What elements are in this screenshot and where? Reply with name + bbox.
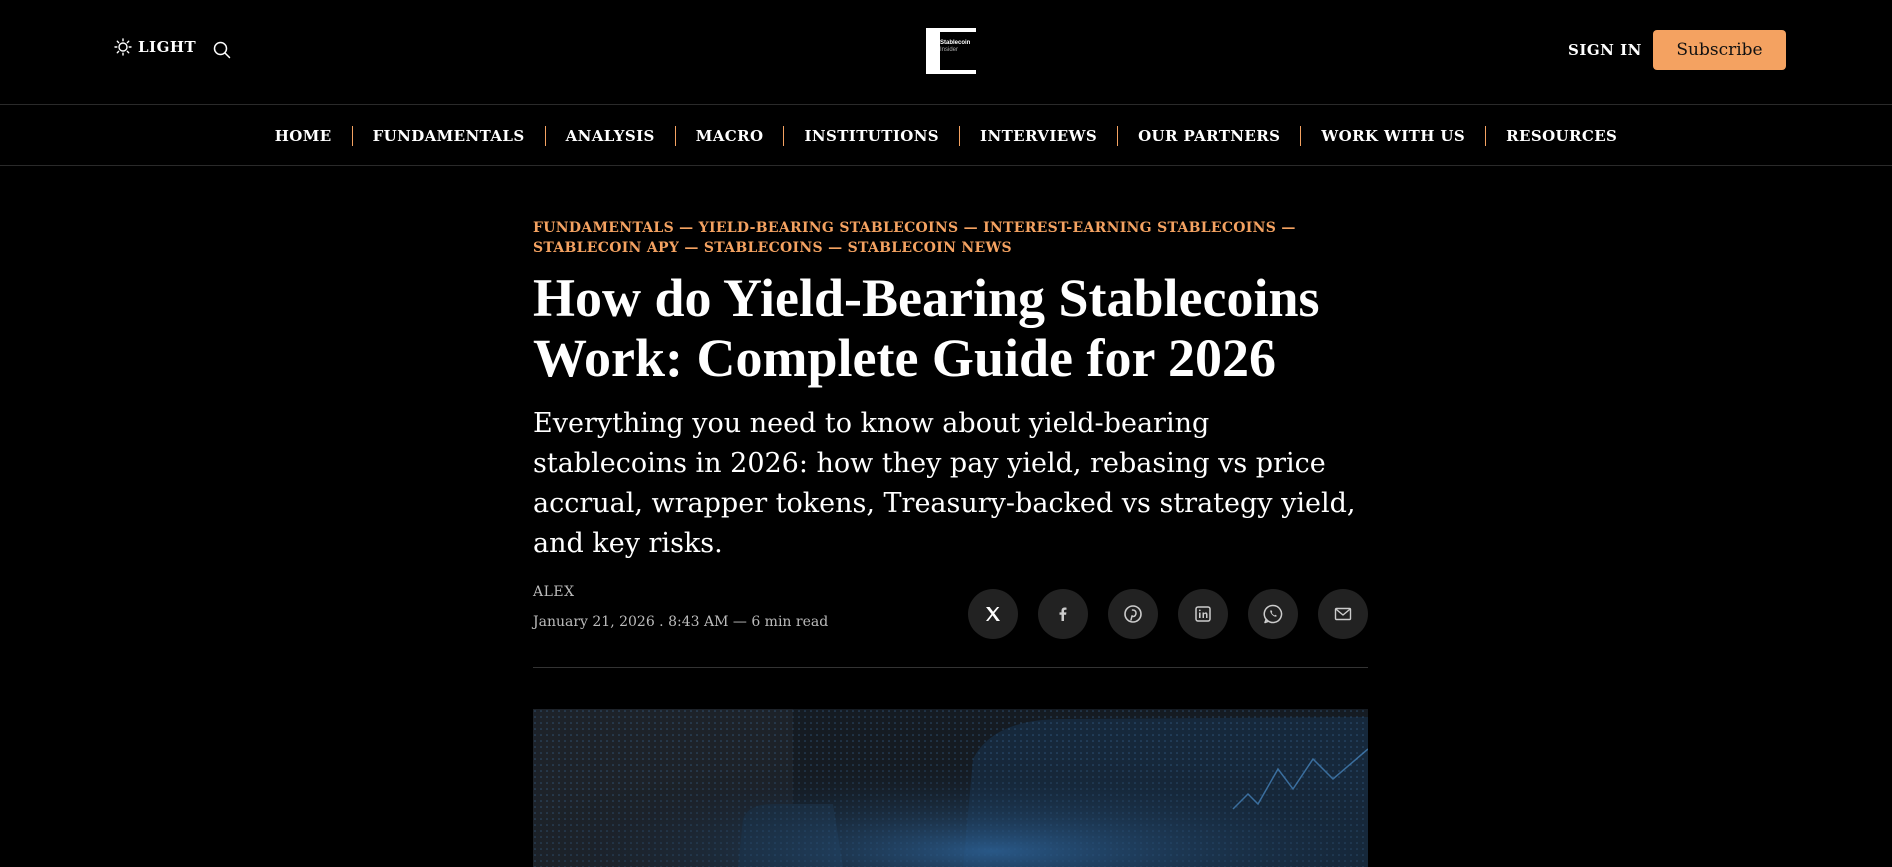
nav-item-resources[interactable]: RESOURCES — [1485, 125, 1637, 146]
site-header: LIGHT Stablecoin Insider SIGN IN Subscri… — [0, 0, 1892, 105]
logo-text: Stablecoin — [940, 40, 971, 46]
search-icon[interactable] — [212, 40, 232, 60]
tag-link[interactable]: STABLECOIN APY — [533, 240, 679, 256]
share-whatsapp-button[interactable] — [1248, 589, 1298, 639]
share-x-button[interactable] — [968, 589, 1018, 639]
logo-subtext: Insider — [940, 47, 959, 53]
tag-link[interactable]: FUNDAMENTALS — [533, 220, 674, 236]
linkedin-icon — [1195, 606, 1211, 622]
theme-toggle-label: LIGHT — [138, 38, 197, 56]
nav-item-work-with-us[interactable]: WORK WITH US — [1300, 125, 1485, 146]
tag-separator: — — [684, 240, 699, 256]
share-email-button[interactable] — [1318, 589, 1368, 639]
tag-separator: — — [963, 220, 978, 236]
tag-link[interactable]: INTEREST-EARNING STABLECOINS — [983, 220, 1276, 236]
tag-link[interactable]: STABLECOINS — [704, 240, 823, 256]
nav-item-interviews[interactable]: INTERVIEWS — [959, 125, 1117, 146]
article-header: FUNDAMENTALS — YIELD-BEARING STABLECOINS… — [533, 218, 1368, 654]
article-title: How do Yield-Bearing Stablecoins Work: C… — [533, 268, 1368, 388]
nav-item-our-partners[interactable]: OUR PARTNERS — [1117, 125, 1300, 146]
site-logo[interactable]: Stablecoin Insider — [922, 24, 978, 76]
share-linkedin-button[interactable] — [1178, 589, 1228, 639]
tag-list: FUNDAMENTALS — YIELD-BEARING STABLECOINS… — [533, 218, 1368, 258]
sign-in-link[interactable]: SIGN IN — [1568, 41, 1642, 59]
subscribe-button[interactable]: Subscribe — [1653, 30, 1786, 70]
tag-separator: — — [679, 220, 694, 236]
sun-icon — [114, 38, 132, 56]
tag-separator: — — [1281, 220, 1296, 236]
share-pinterest-button[interactable] — [1108, 589, 1158, 639]
hero-image — [533, 709, 1368, 867]
nav-item-home[interactable]: HOME — [255, 126, 352, 146]
nav-item-macro[interactable]: MACRO — [674, 125, 784, 146]
x-icon — [986, 607, 1000, 621]
nav-item-analysis[interactable]: ANALYSIS — [544, 125, 675, 146]
nav-item-fundamentals[interactable]: FUNDAMENTALS — [351, 125, 545, 146]
pinterest-icon — [1124, 605, 1142, 623]
share-facebook-button[interactable] — [1038, 589, 1088, 639]
publish-date: January 21, 2026 . 8:43 AM — 6 min read — [533, 614, 829, 630]
article-subtitle: Everything you need to know about yield-… — [533, 408, 1356, 559]
article-divider — [533, 667, 1368, 668]
article-title-line: Work: Complete Guide for 2026 — [533, 328, 1276, 388]
article-title-line: How do Yield-Bearing Stablecoins — [533, 268, 1320, 328]
tag-link[interactable]: STABLECOIN NEWS — [848, 240, 1012, 256]
theme-toggle[interactable]: LIGHT — [114, 38, 196, 56]
article-meta: ALEX January 21, 2026 . 8:43 AM — 6 min … — [533, 584, 1368, 654]
whatsapp-icon — [1263, 604, 1283, 624]
author-link[interactable]: ALEX — [533, 584, 575, 600]
share-buttons — [968, 589, 1368, 639]
facebook-icon — [1059, 607, 1067, 621]
email-icon — [1334, 607, 1352, 621]
tag-separator: — — [828, 240, 843, 256]
main-nav: HOME FUNDAMENTALS ANALYSIS MACRO INSTITU… — [0, 106, 1892, 166]
tag-link[interactable]: YIELD-BEARING STABLECOINS — [699, 220, 959, 236]
nav-item-institutions[interactable]: INSTITUTIONS — [783, 125, 959, 146]
